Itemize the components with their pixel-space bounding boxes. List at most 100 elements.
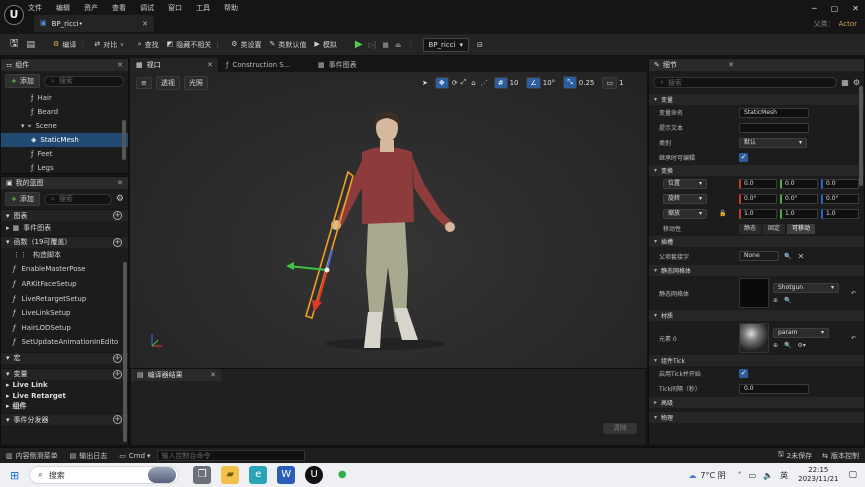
cmd-select[interactable]: ▭ Cmd ▾ [119, 452, 150, 460]
event-graph-item[interactable]: ▸ ▦ 事件图表 [1, 221, 128, 236]
browse-icon[interactable]: ▤ [27, 40, 36, 50]
variable-group[interactable]: ▸ 组件 [1, 401, 128, 412]
menu-item[interactable]: 窗口 [168, 3, 182, 13]
transform-section[interactable]: ▾ 变换 [649, 165, 864, 176]
menu-item[interactable]: 查看 [112, 3, 126, 13]
lock-icon[interactable]: 🔓 [707, 210, 739, 217]
scale-select[interactable]: 缩放 ▾ [663, 208, 707, 219]
static-mesh-thumbnail[interactable] [739, 278, 769, 308]
function-item[interactable]: ƒ SetUpdateAnimationInEdito [1, 335, 128, 350]
function-item[interactable]: ƒ HairLODSetup [1, 321, 128, 336]
add-dispatcher-icon[interactable]: + [113, 415, 122, 425]
edge-icon[interactable]: e [249, 466, 268, 484]
close-panel-icon[interactable]: ✕ [117, 61, 123, 69]
menu-item[interactable]: 帮助 [224, 3, 238, 13]
reset-icon[interactable]: ↶ [851, 290, 856, 297]
scale-x-input[interactable]: 1.0 [739, 208, 777, 219]
chevron-up-icon[interactable]: ˄ [738, 471, 742, 480]
my-blueprint-search[interactable]: ⌕ 搜索 [43, 193, 112, 205]
location-y-input[interactable]: 0.0 [780, 178, 818, 189]
tab-construction-script[interactable]: ƒ Construction S... [218, 58, 310, 72]
source-control-button[interactable]: ⇆ 版本控制 [822, 451, 859, 461]
function-item[interactable]: ƒ EnableMasterPose [1, 262, 128, 277]
advanced-section[interactable]: ▸ 高级 [649, 397, 864, 408]
tree-item[interactable]: ƒ Beard [1, 105, 128, 119]
add-macro-icon[interactable]: + [113, 353, 122, 363]
tree-item[interactable]: ƒ Hair [1, 91, 128, 105]
components-search[interactable]: ⌕ 搜索 [43, 75, 124, 87]
add-variable-icon[interactable]: + [113, 369, 122, 379]
browse-asset-icon[interactable]: 🔍 [784, 297, 791, 304]
category-select[interactable]: 默认 ▾ [739, 137, 807, 148]
clear-button[interactable]: 清除 [603, 423, 637, 434]
my-blueprint-scrollbar[interactable] [123, 262, 127, 442]
gear-icon[interactable]: ⚙ [116, 194, 124, 204]
close-tab-icon[interactable]: ✕ [210, 371, 216, 379]
file-explorer-icon[interactable]: ▰ [221, 466, 240, 484]
details-scrollbar[interactable] [859, 86, 863, 186]
play-options-icon[interactable]: ⋮ [408, 41, 415, 49]
content-drawer-button[interactable]: ▥ 内容侧滑菜单 [6, 451, 58, 461]
add-function-icon[interactable]: + [113, 237, 122, 247]
document-tab[interactable]: ▣ BP_ricci• ✕ [34, 15, 154, 32]
collapse-caret-icon[interactable]: ▾ [21, 122, 25, 130]
variable-group[interactable]: ▸ Live Retarget [1, 390, 128, 401]
debug-target-select[interactable]: BP_ricci ▾ [422, 37, 470, 52]
compiler-results-tab[interactable]: ▤ 编译器结果 ✕ [131, 369, 221, 381]
rotation-select[interactable]: 旋转 ▾ [663, 193, 707, 204]
rotation-x-input[interactable]: 0.0° [739, 193, 777, 204]
volume-icon[interactable]: 🔈 [763, 471, 773, 480]
close-panel-icon[interactable]: ✕ [117, 179, 123, 187]
reset-icon[interactable]: ↶ [851, 335, 856, 342]
details-search[interactable]: ⌕ 搜索 [653, 77, 838, 88]
function-item[interactable]: ƒ ARKitFaceSetup [1, 277, 128, 292]
function-item[interactable]: ƒ LiveRetargetSetup [1, 291, 128, 306]
material-select[interactable]: param ▾ [773, 327, 829, 338]
view-options-icon[interactable]: ▦ [841, 78, 849, 87]
add-component-button[interactable]: + 添加 [5, 74, 40, 88]
tab-event-graph[interactable]: ▦ 事件图表 [310, 58, 390, 72]
clock[interactable]: 22:15 2023/11/21 [798, 466, 838, 484]
function-item[interactable]: ⋮⋮ 构造脚本 [1, 248, 128, 263]
close-tab-icon[interactable]: ✕ [142, 20, 148, 28]
diff-button[interactable]: ⇄ 对比 ▾ [94, 40, 123, 50]
static-mesh-section[interactable]: ▾ 静态网格体 [649, 265, 864, 276]
browse-asset-icon[interactable]: 🔍 [784, 342, 791, 349]
mobility-static[interactable]: 静态 [739, 223, 762, 234]
unsaved-button[interactable]: 🖫 2未保存 [778, 450, 812, 461]
tree-item[interactable]: ▾ ⌖ Scene [1, 119, 128, 133]
output-log-button[interactable]: ▤ 输出日志 [70, 451, 108, 461]
scale-y-input[interactable]: 1.0 [780, 208, 818, 219]
socket-section[interactable]: ▾ 插槽 [649, 236, 864, 247]
tick-interval-input[interactable]: 0.0 [739, 383, 809, 394]
clear-socket-icon[interactable]: ✕ [797, 252, 804, 261]
class-settings-button[interactable]: ⚙ 类设置 [231, 40, 261, 50]
rotation-y-input[interactable]: 0.0° [780, 193, 818, 204]
task-view-icon[interactable]: ❐ [193, 466, 212, 484]
add-member-button[interactable]: + 添加 [5, 192, 40, 206]
variable-section[interactable]: ▾ 变量 [649, 94, 864, 105]
components-scrollbar[interactable] [122, 120, 126, 160]
mobility-stationary[interactable]: 固定 [763, 223, 786, 234]
unreal-taskbar-icon[interactable]: U [305, 466, 324, 484]
tree-item[interactable]: ◈ StaticMesh [1, 133, 128, 147]
tick-enabled-checkbox[interactable]: ✓ [739, 369, 748, 378]
hide-options-icon[interactable]: ⋮ [214, 41, 221, 49]
location-x-input[interactable]: 0.0 [739, 178, 777, 189]
material-options-icon[interactable]: ⚙▾ [798, 342, 806, 349]
rotation-z-input[interactable]: 0.0° [821, 193, 859, 204]
tooltip-input[interactable] [739, 122, 809, 133]
browse-socket-icon[interactable]: 🔍 [784, 253, 791, 260]
editable-checkbox[interactable]: ✓ [739, 153, 748, 162]
graphs-section[interactable]: ▾ 图表 + [1, 209, 128, 221]
diff-dropdown-icon[interactable]: ▾ [120, 41, 124, 49]
close-window-icon[interactable]: ✕ [852, 4, 859, 13]
tree-item[interactable]: ƒ Legs [1, 161, 128, 175]
close-tab-icon[interactable]: ✕ [207, 61, 213, 69]
materials-section[interactable]: ▾ 材质 [649, 310, 864, 321]
menu-item[interactable]: 资产 [84, 3, 98, 13]
location-z-input[interactable]: 0.0 [821, 178, 859, 189]
language-indicator[interactable]: 英 [780, 470, 788, 481]
location-select[interactable]: 位置 ▾ [663, 178, 707, 189]
variable-group[interactable]: ▸ Live Link [1, 380, 128, 391]
